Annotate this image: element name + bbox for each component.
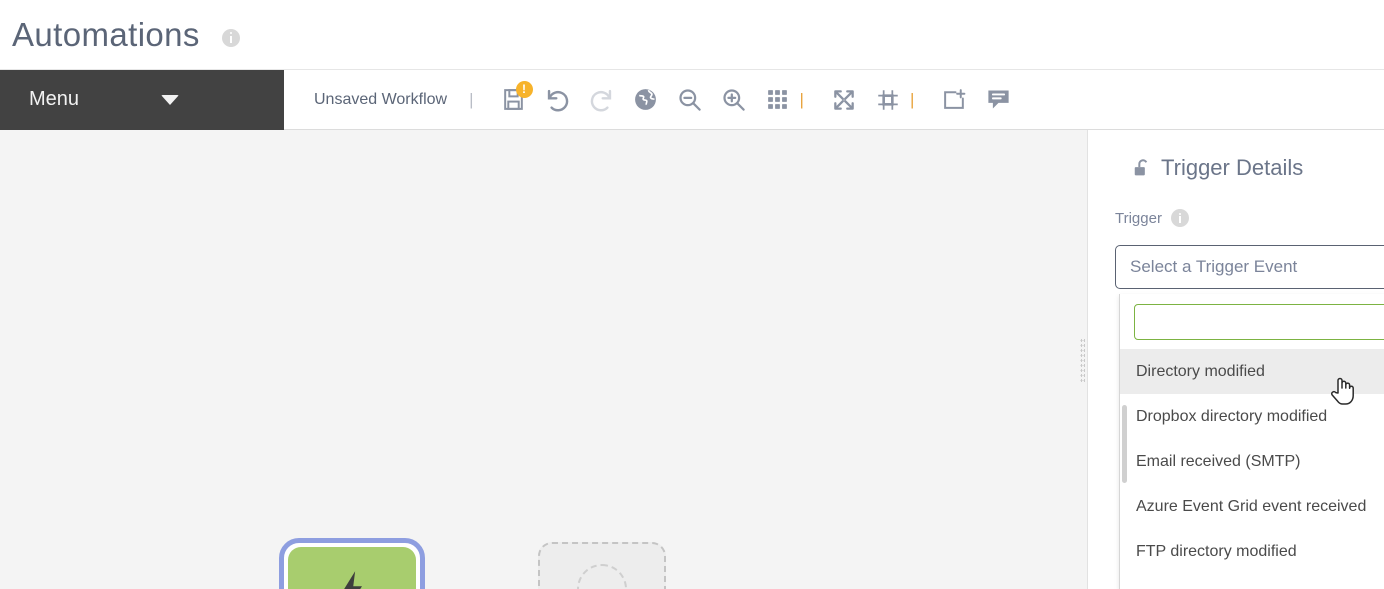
trigger-field-label-row: Trigger bbox=[1115, 209, 1384, 227]
trigger-event-combobox-value: Select a Trigger Event bbox=[1130, 257, 1298, 276]
trigger-field-label: Trigger bbox=[1115, 209, 1162, 227]
magnifier-minus-icon bbox=[679, 89, 701, 111]
undo-button[interactable] bbox=[536, 78, 580, 122]
zoom-out-button[interactable] bbox=[668, 78, 712, 122]
toolbar-separator-3: | bbox=[909, 89, 915, 109]
unlock-icon[interactable] bbox=[1132, 157, 1154, 179]
comment-button[interactable] bbox=[976, 78, 1020, 122]
magnifier-plus-icon bbox=[723, 89, 745, 111]
dropdown-option[interactable]: Azure Event Grid event received bbox=[1120, 484, 1384, 529]
page-title: Automations bbox=[12, 16, 200, 53]
panel-title: Trigger Details bbox=[1161, 155, 1304, 180]
globe-button[interactable] bbox=[624, 78, 668, 122]
next-action-node[interactable]: Next Action bbox=[538, 542, 666, 589]
new-panel-button[interactable] bbox=[932, 78, 976, 122]
toolbar-separator-1: | bbox=[469, 89, 474, 109]
grid-view-button[interactable] bbox=[756, 78, 800, 122]
info-icon[interactable] bbox=[221, 28, 240, 47]
toolbar-separator-2: | bbox=[799, 89, 804, 109]
panel-splitter[interactable] bbox=[1078, 130, 1088, 589]
menu-label: Menu bbox=[29, 88, 80, 110]
lightning-bolt-icon bbox=[337, 571, 367, 589]
undo-arrow-icon bbox=[547, 89, 569, 112]
dropdown-option-list: Directory modified Dropbox directory mod… bbox=[1120, 349, 1384, 574]
panel-header: Trigger Details bbox=[1089, 130, 1384, 181]
fit-to-screen-button[interactable] bbox=[822, 78, 866, 122]
splitter-grip-icon bbox=[1080, 337, 1085, 382]
save-button[interactable] bbox=[492, 78, 536, 122]
workflow-toolbar: Menu Unsaved Workflow | ! | | bbox=[0, 69, 1384, 130]
menu-dropdown-button[interactable]: Menu bbox=[0, 69, 284, 130]
expand-arrows-icon bbox=[834, 89, 854, 110]
grid-lines-icon bbox=[878, 89, 898, 110]
window-add-icon bbox=[943, 89, 966, 109]
trigger-node-body: Trigger bbox=[288, 547, 416, 589]
redo-arrow-icon bbox=[590, 89, 612, 112]
dropdown-option[interactable]: FTP directory modified bbox=[1120, 529, 1384, 574]
dropdown-scrollbar[interactable] bbox=[1122, 405, 1127, 483]
grid-dots-icon bbox=[768, 90, 787, 109]
workflow-name-label: Unsaved Workflow bbox=[314, 90, 448, 108]
trigger-event-combobox[interactable]: Select a Trigger Event bbox=[1115, 245, 1384, 289]
next-action-placeholder-circle bbox=[577, 564, 627, 589]
dropdown-option[interactable]: Dropbox directory modified bbox=[1120, 394, 1384, 439]
comment-bubble-icon bbox=[988, 90, 1009, 109]
info-icon[interactable] bbox=[1170, 209, 1189, 227]
trigger-node[interactable]: Trigger bbox=[279, 538, 425, 589]
snap-to-grid-button[interactable] bbox=[866, 78, 910, 122]
workflow-canvas[interactable]: Trigger Next Action bbox=[0, 130, 1078, 589]
dropdown-option[interactable]: Email received (SMTP) bbox=[1120, 439, 1384, 484]
trigger-event-dropdown: Directory modified Dropbox directory mod… bbox=[1119, 294, 1384, 589]
zoom-in-button[interactable] bbox=[712, 78, 756, 122]
toolbar-actions: Unsaved Workflow | ! | | bbox=[284, 70, 1384, 130]
dropdown-search-input[interactable] bbox=[1134, 304, 1384, 340]
redo-button[interactable] bbox=[580, 78, 624, 122]
dropdown-option[interactable]: Directory modified bbox=[1120, 349, 1384, 394]
unsaved-badge bbox=[515, 80, 533, 98]
automations-app: Automations Menu Unsaved Workflow | ! | … bbox=[0, 0, 1384, 589]
trigger-details-panel: Trigger Details Trigger Select a Trigger… bbox=[1089, 130, 1384, 589]
page-header: Automations bbox=[0, 0, 1384, 70]
globe-icon bbox=[635, 89, 656, 110]
chevron-down-icon bbox=[161, 94, 180, 105]
dropdown-search-wrap bbox=[1120, 294, 1384, 349]
